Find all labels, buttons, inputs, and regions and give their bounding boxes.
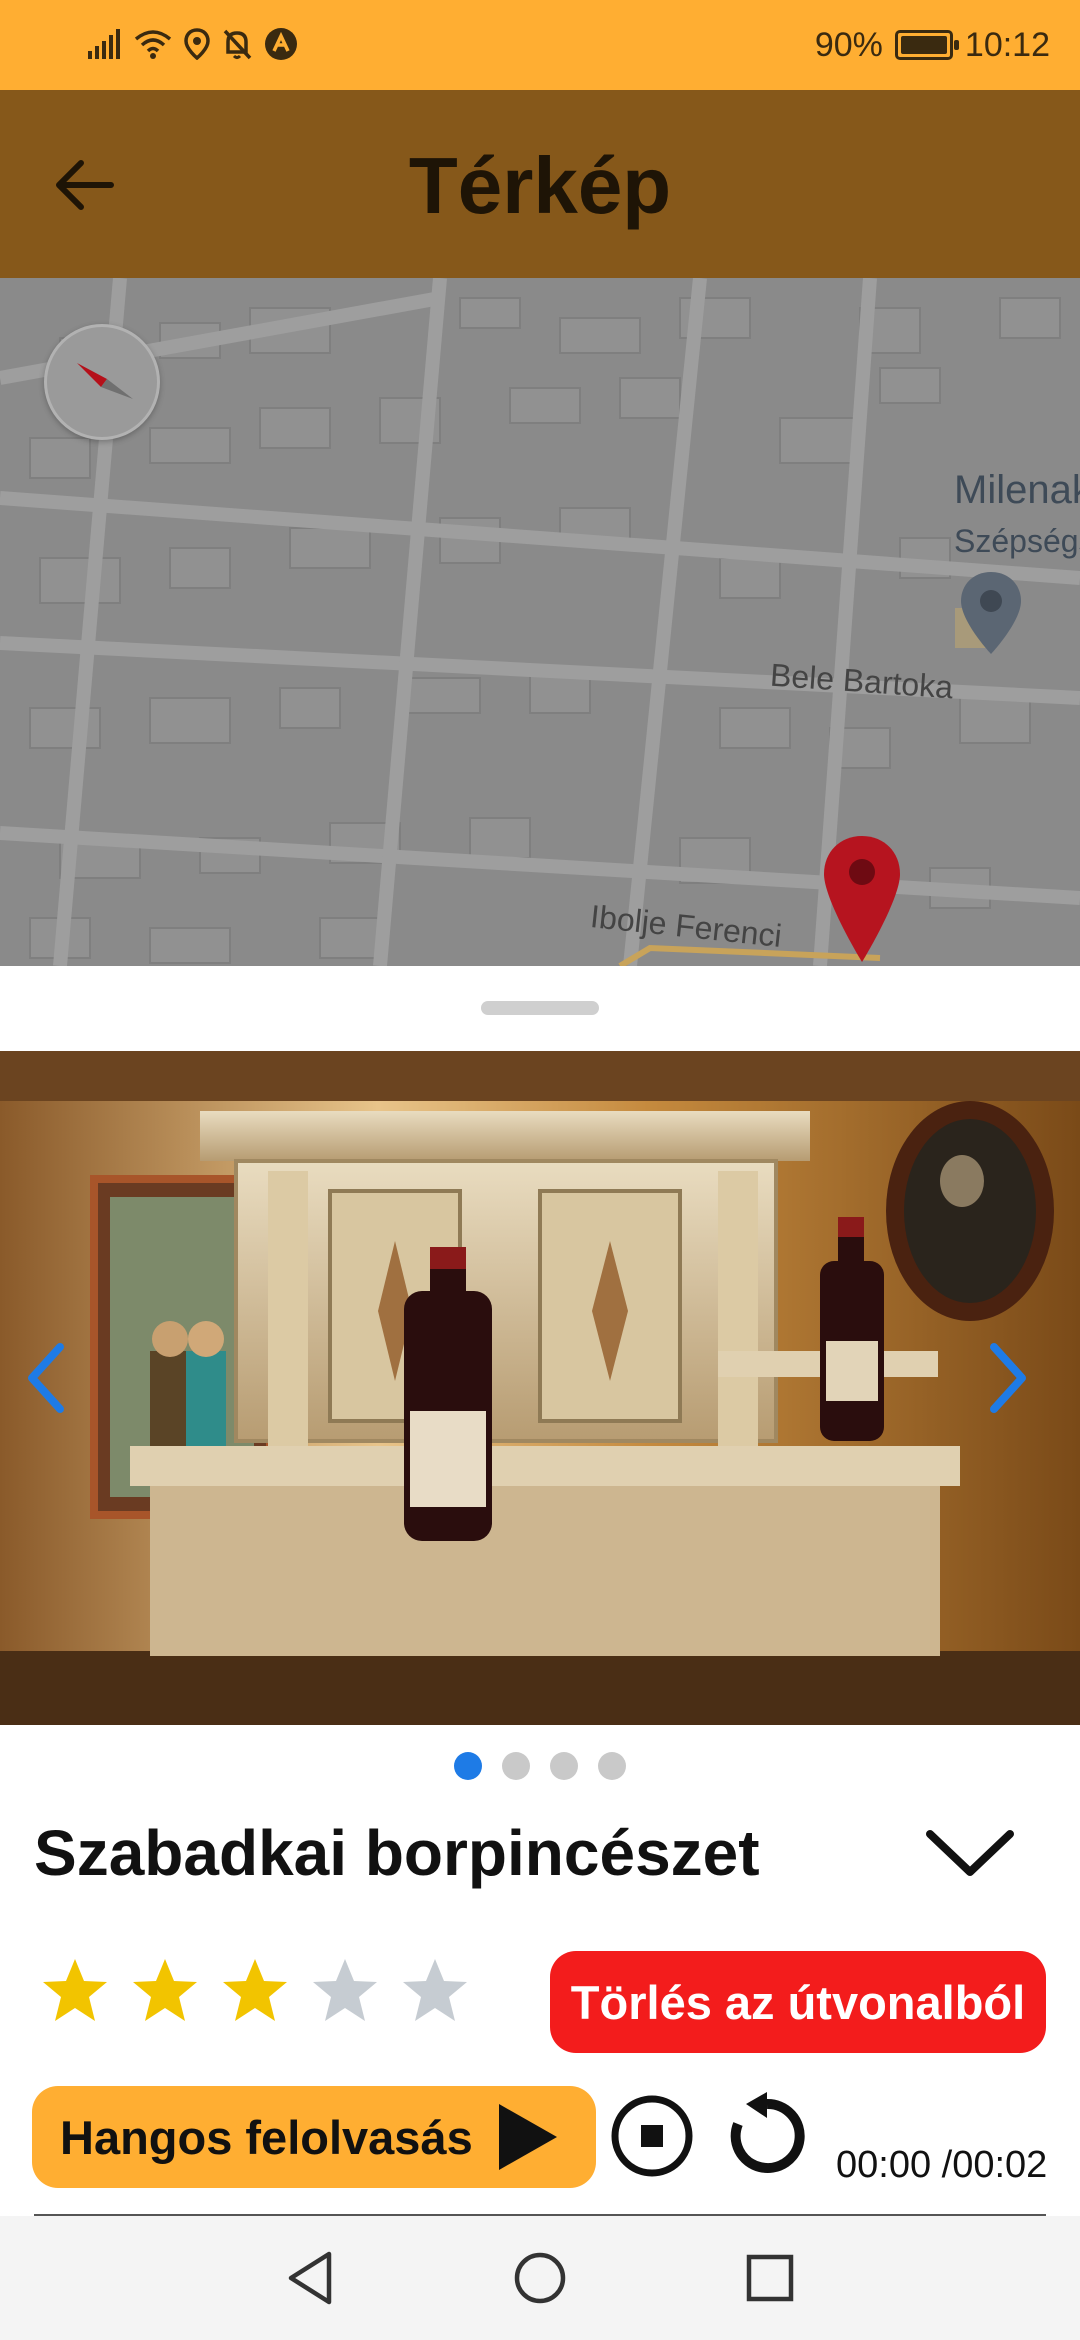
signal-icon — [88, 28, 122, 64]
star-filled-icon[interactable] — [130, 1956, 200, 2026]
place-details-sheet: Szabadkai borpincészet Törlés az útvonal… — [0, 966, 1080, 2217]
poi-subtitle-label: Szépségs — [954, 523, 1080, 559]
circle-home-icon — [514, 2252, 566, 2304]
star-empty-icon[interactable] — [310, 1956, 380, 2026]
chevron-down-icon — [926, 1830, 1014, 1876]
carousel-prev-button[interactable] — [26, 1343, 96, 1433]
play-icon — [498, 2104, 557, 2170]
system-navigation-bar — [0, 2216, 1080, 2340]
nav-recents-button[interactable] — [738, 2246, 802, 2310]
carousel-pagination — [0, 1752, 1080, 1780]
poi-name-label[interactable]: Milenak — [954, 468, 1080, 513]
map-view[interactable]: Milenak Szépségs Bele Bartoka Ibolje Fer… — [0, 278, 1080, 966]
battery-level — [900, 36, 947, 54]
star-empty-icon[interactable] — [400, 1956, 470, 2026]
collapse-button[interactable] — [920, 1818, 1020, 1888]
chevron-right-icon — [990, 1343, 1026, 1413]
star-filled-icon[interactable] — [40, 1956, 110, 2026]
status-icons — [88, 24, 298, 68]
destination-pin-icon[interactable] — [822, 834, 902, 966]
nav-home-button[interactable] — [508, 2246, 572, 2310]
carousel-next-button[interactable] — [988, 1343, 1058, 1433]
status-bar: 90% 10:12 — [0, 0, 1080, 90]
status-system-info: 90% 10:12 — [815, 22, 1050, 68]
battery-icon — [894, 30, 959, 60]
read-aloud-label: Hangos felolvasás — [60, 2110, 473, 2164]
compass-icon — [77, 363, 133, 399]
star-filled-icon[interactable] — [220, 1956, 290, 2026]
image-carousel[interactable] — [0, 1051, 1080, 1725]
carousel-dot[interactable] — [598, 1752, 626, 1780]
poi-pin-icon[interactable] — [958, 570, 1024, 661]
nav-back-button[interactable] — [278, 2246, 342, 2310]
carousel-dot[interactable] — [502, 1752, 530, 1780]
location-icon — [184, 27, 210, 65]
notifications-off-icon — [222, 28, 252, 65]
triangle-back-icon — [288, 2251, 332, 2305]
remove-from-route-button[interactable]: Törlés az útvonalból — [550, 1951, 1046, 2053]
carousel-dot[interactable] — [454, 1752, 482, 1780]
read-aloud-button[interactable]: Hangos felolvasás — [32, 2086, 596, 2188]
clock: 10:12 — [964, 25, 1050, 64]
carousel-photo — [0, 1051, 1080, 1725]
battery-percent: 90% — [814, 25, 883, 64]
app-bar: Térkép — [0, 90, 1080, 278]
stop-icon — [611, 2095, 693, 2177]
carousel-dot[interactable] — [550, 1752, 578, 1780]
star-rating[interactable] — [40, 1956, 470, 2026]
replay-icon — [730, 2092, 805, 2173]
place-title: Szabadkai borpincészet — [34, 1817, 760, 1889]
chevron-left-icon — [28, 1343, 64, 1413]
app-notification-icon — [264, 27, 298, 66]
page-title: Térkép — [408, 141, 672, 230]
square-recents-icon — [746, 2254, 794, 2302]
compass-button[interactable] — [44, 324, 160, 440]
replay-button[interactable] — [722, 2090, 812, 2180]
wifi-icon — [134, 29, 172, 64]
playback-time: 00:00 /00:02 — [836, 2144, 1048, 2186]
drag-handle[interactable] — [481, 1001, 599, 1015]
stop-button[interactable] — [610, 2094, 694, 2178]
